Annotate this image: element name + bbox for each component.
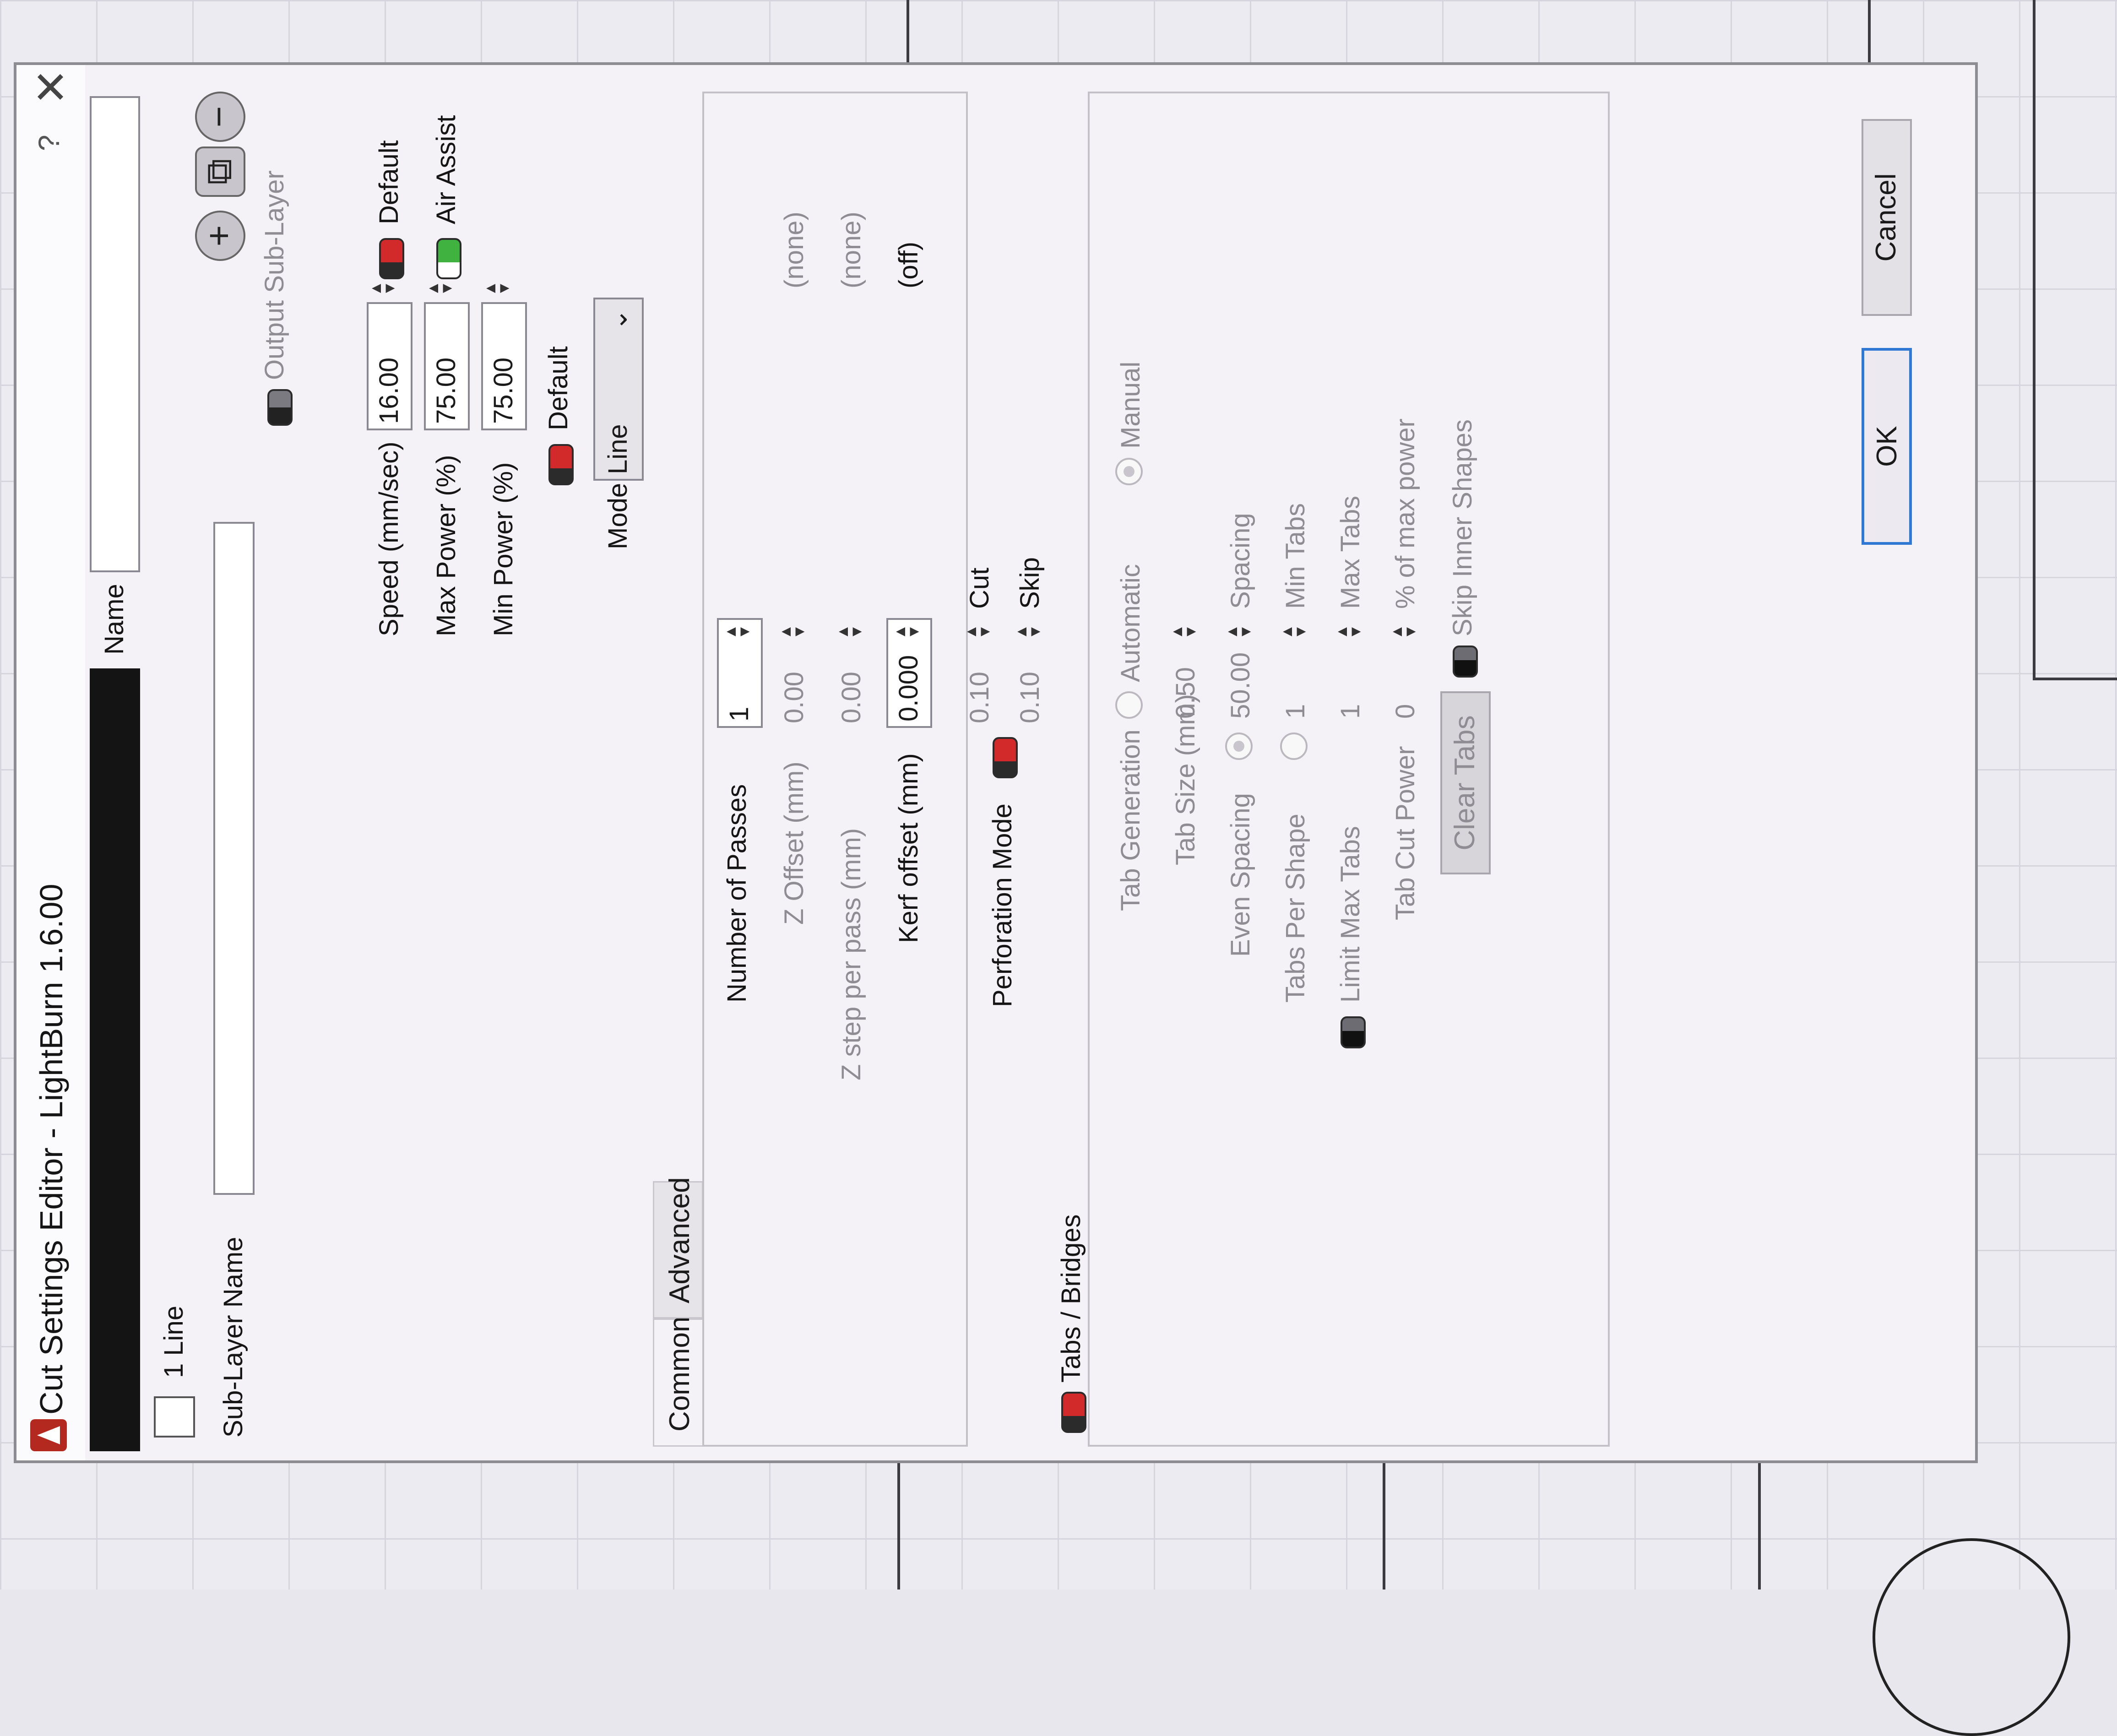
min-tabs-spinner: ▲ ▼ [1278, 624, 1309, 640]
max-tabs-label: Max Tabs [1335, 495, 1365, 609]
window-title: Cut Settings Editor - LightBurn 1.6.00 [33, 884, 69, 1415]
tab-cut-power-label: Tab Cut Power [1390, 746, 1420, 920]
max-power-label: Max Power (%) [431, 455, 461, 636]
limit-max-tabs-toggle[interactable] [1341, 1016, 1366, 1048]
z-step-spinner: ▲ ▼ [834, 624, 865, 640]
minus-icon[interactable]: − [195, 92, 245, 142]
spacing-spinner: ▲ ▼ [1223, 624, 1254, 640]
canvas-circle-shape [1873, 1538, 2070, 1736]
tabs-bridges-label: Tabs / Bridges [1056, 1214, 1086, 1383]
app-logo-icon [30, 1419, 67, 1451]
min-power-spinner[interactable]: ▲ ▼ [482, 279, 513, 298]
tabs-per-shape-value: 1 [1281, 704, 1310, 719]
perf-cut-value: 0.10 [965, 672, 994, 723]
mode-select[interactable]: Line ⌄ [593, 298, 644, 481]
cancel-button[interactable]: Cancel [1862, 119, 1912, 316]
tab-common[interactable]: Common [653, 1316, 703, 1447]
kerf-spinner[interactable]: ▲ ▼ [891, 618, 923, 646]
speed-input[interactable]: 16.00 [367, 302, 413, 430]
output-sublayer-toggle[interactable] [267, 389, 293, 426]
perf-cut-spinner: ▲ ▼ [962, 624, 993, 640]
perf-skip-value: 0.10 [1015, 672, 1045, 723]
tabs-per-shape-label: Tabs Per Shape [1281, 814, 1310, 1003]
tab-size-value: 0.50 [1171, 667, 1200, 719]
perforation-label: Perforation Mode [988, 803, 1017, 1007]
min-power-input[interactable]: 75.00 [481, 302, 527, 430]
z-step-note: (none) [836, 212, 866, 288]
skip-inner-label: Skip Inner Shapes [1448, 419, 1477, 636]
default-label: Default [543, 346, 573, 430]
name-label: Name [99, 584, 129, 655]
max-power-spinner[interactable]: ▲ ▼ [424, 279, 456, 298]
percent-max-power-label: % of max power [1390, 418, 1420, 609]
tab-size-label: Tab Size (mm) [1171, 694, 1200, 865]
limit-max-tabs-label: Limit Max Tabs [1335, 826, 1365, 1003]
kerf-label: Kerf offset (mm) [894, 753, 923, 943]
automatic-label: Automatic [1116, 564, 1145, 682]
z-offset-value: 0.00 [779, 672, 809, 723]
layer-checkbox[interactable] [154, 1396, 195, 1438]
perf-skip-label: Skip [1015, 557, 1045, 609]
common-settings-panel [702, 92, 968, 1447]
copy-icon[interactable]: ⧉ [195, 146, 245, 197]
layer-color-swatch[interactable] [90, 668, 140, 1451]
even-spacing-label: Even Spacing [1226, 793, 1255, 957]
automatic-radio [1115, 691, 1143, 719]
tab-advanced[interactable]: Advanced [653, 1177, 703, 1318]
passes-label: Number of Passes [722, 784, 752, 1003]
tab-cut-power-spinner: ▲ ▼ [1388, 624, 1419, 640]
kerf-note: (off) [894, 241, 923, 288]
cut-settings-dialog: Cut Settings Editor - LightBurn 1.6.00 ?… [14, 62, 1978, 1463]
perf-cut-label: Cut [965, 567, 994, 609]
sublayer-name-label: Sub-Layer Name [218, 1237, 248, 1438]
spacing-label: Spacing [1226, 513, 1255, 609]
manual-radio [1115, 458, 1143, 485]
layer-checkbox-label: 1 Line [159, 1305, 189, 1378]
canvas-line [2033, 678, 2117, 680]
chevron-down-icon: ⌄ [603, 309, 633, 331]
output-sublayer-label: Output Sub-Layer [260, 170, 289, 380]
even-spacing-radio [1225, 732, 1253, 760]
tabs-bridges-panel [1088, 92, 1610, 1447]
tab-size-spinner: ▲ ▼ [1168, 624, 1200, 640]
speed-label: Speed (mm/sec) [374, 441, 404, 636]
max-tabs-spinner: ▲ ▼ [1333, 624, 1364, 640]
air-assist-toggle[interactable] [436, 238, 461, 279]
plus-icon[interactable]: + [195, 211, 245, 261]
perf-skip-spinner: ▲ ▼ [1013, 624, 1044, 640]
default-toggle[interactable] [548, 444, 574, 485]
close-icon[interactable]: ✕ [26, 69, 77, 105]
tab-generation-label: Tab Generation [1116, 729, 1145, 911]
speed-spinner[interactable]: ▲ ▼ [367, 279, 398, 298]
limit-max-tabs-value: 1 [1335, 704, 1365, 719]
clear-tabs-button: Clear Tabs [1440, 691, 1491, 874]
ok-button[interactable]: OK [1862, 348, 1912, 545]
sublayer-name-input[interactable] [213, 522, 255, 1195]
z-step-label: Z step per pass (mm) [836, 828, 866, 1080]
speed-default-toggle[interactable] [379, 238, 404, 279]
z-offset-spinner: ▲ ▼ [777, 624, 808, 640]
cut-settings-dialog-wrapper: Cut Settings Editor - LightBurn 1.6.00 ?… [14, 62, 1978, 1463]
z-step-value: 0.00 [836, 672, 866, 723]
mode-label: Mode [603, 483, 633, 549]
tabs-per-shape-radio [1280, 732, 1308, 760]
tabs-bridges-toggle[interactable] [1061, 1392, 1086, 1433]
skip-inner-toggle[interactable] [1453, 646, 1478, 678]
perforation-toggle[interactable] [993, 737, 1018, 778]
manual-label: Manual [1116, 361, 1145, 449]
passes-spinner[interactable]: ▲ ▼ [722, 618, 753, 646]
help-button[interactable]: ? [32, 135, 66, 151]
canvas-line [2033, 0, 2036, 678]
min-tabs-label: Min Tabs [1281, 503, 1310, 609]
z-offset-note: (none) [779, 212, 809, 288]
even-spacing-value: 50.00 [1226, 652, 1255, 719]
title-bar[interactable]: Cut Settings Editor - LightBurn 1.6.00 ?… [16, 65, 85, 1460]
min-power-label: Min Power (%) [489, 462, 518, 636]
air-assist-label: Air Assist [431, 115, 461, 225]
tab-cut-power-value: 0 [1390, 704, 1420, 719]
layer-name-input[interactable] [90, 96, 140, 572]
z-offset-label: Z Offset (mm) [779, 761, 809, 925]
speed-default-label: Default [374, 140, 404, 224]
max-power-input[interactable]: 75.00 [424, 302, 470, 430]
